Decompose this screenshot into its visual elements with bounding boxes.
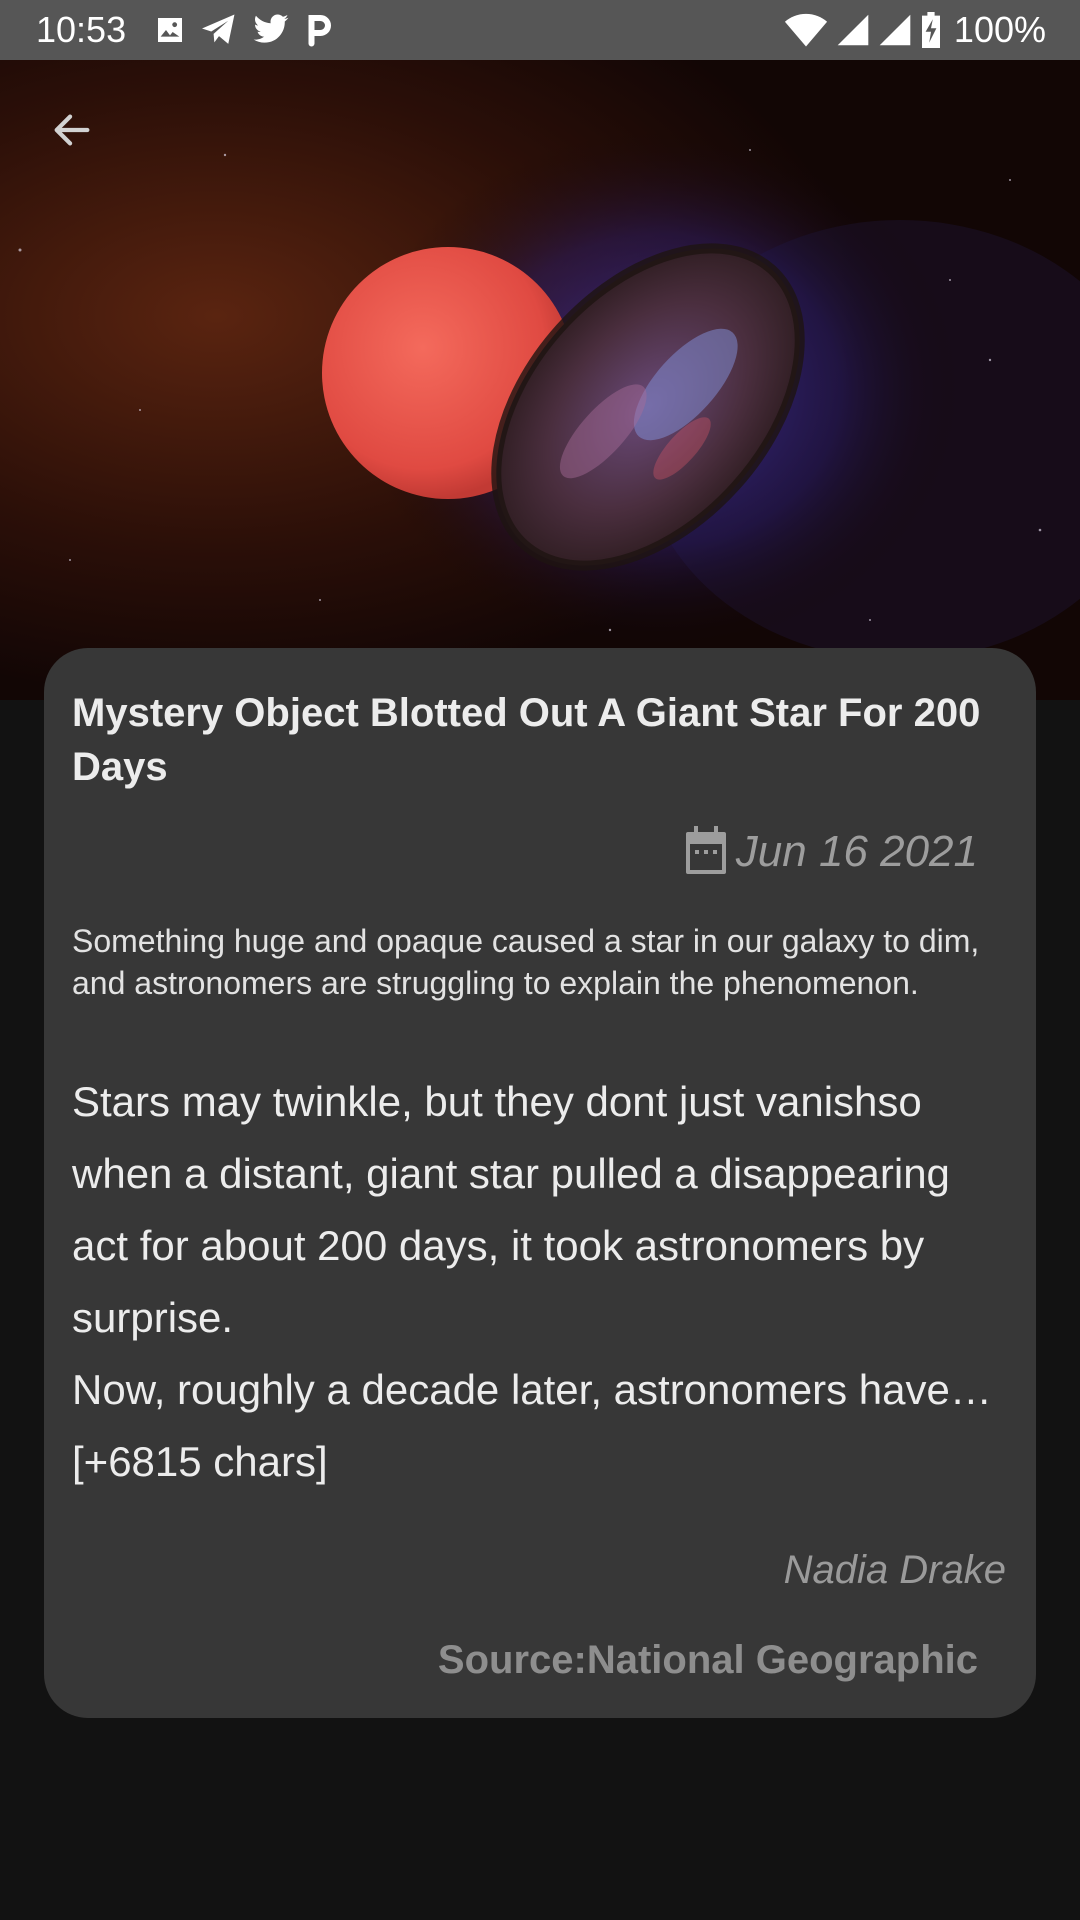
cell-signal-icon [836,13,870,47]
article-content: Stars may twinkle, but they dont just va… [72,1078,992,1485]
telegram-icon [200,13,238,47]
article-title: Mystery Object Blotted Out A Giant Star … [72,691,981,789]
article-source[interactable]: Source:National Geographic [438,1634,978,1686]
article-card: Mystery Object Blotted Out A Giant Star … [44,648,1036,1718]
image-icon [154,14,186,46]
battery-percentage: 100% [953,9,1046,50]
article-date-row: Jun 16 2021 [682,824,978,880]
twitter-icon [252,13,290,47]
article-description: Something huge and opaque caused a star … [72,923,980,1001]
calendar-icon [682,824,730,880]
status-time: 10:53 [36,9,127,50]
cell-signal-icon [878,13,912,47]
article-hero-image [0,60,1080,700]
arrow-left-icon [49,107,95,157]
article-date: Jun 16 2021 [735,827,978,876]
status-bar: 10:53 100% [0,0,1080,60]
notification-icons [154,10,334,50]
system-status-icons: 100% [784,8,1046,52]
article-detail-screen: 10:53 100% Mystery Object Blotted Out A … [0,0,1080,1920]
battery-charging-icon [920,12,942,48]
article-author: Nadia Drake [783,1548,1006,1592]
p-icon [304,13,334,47]
wifi-icon [784,13,828,47]
back-button[interactable] [36,96,108,168]
